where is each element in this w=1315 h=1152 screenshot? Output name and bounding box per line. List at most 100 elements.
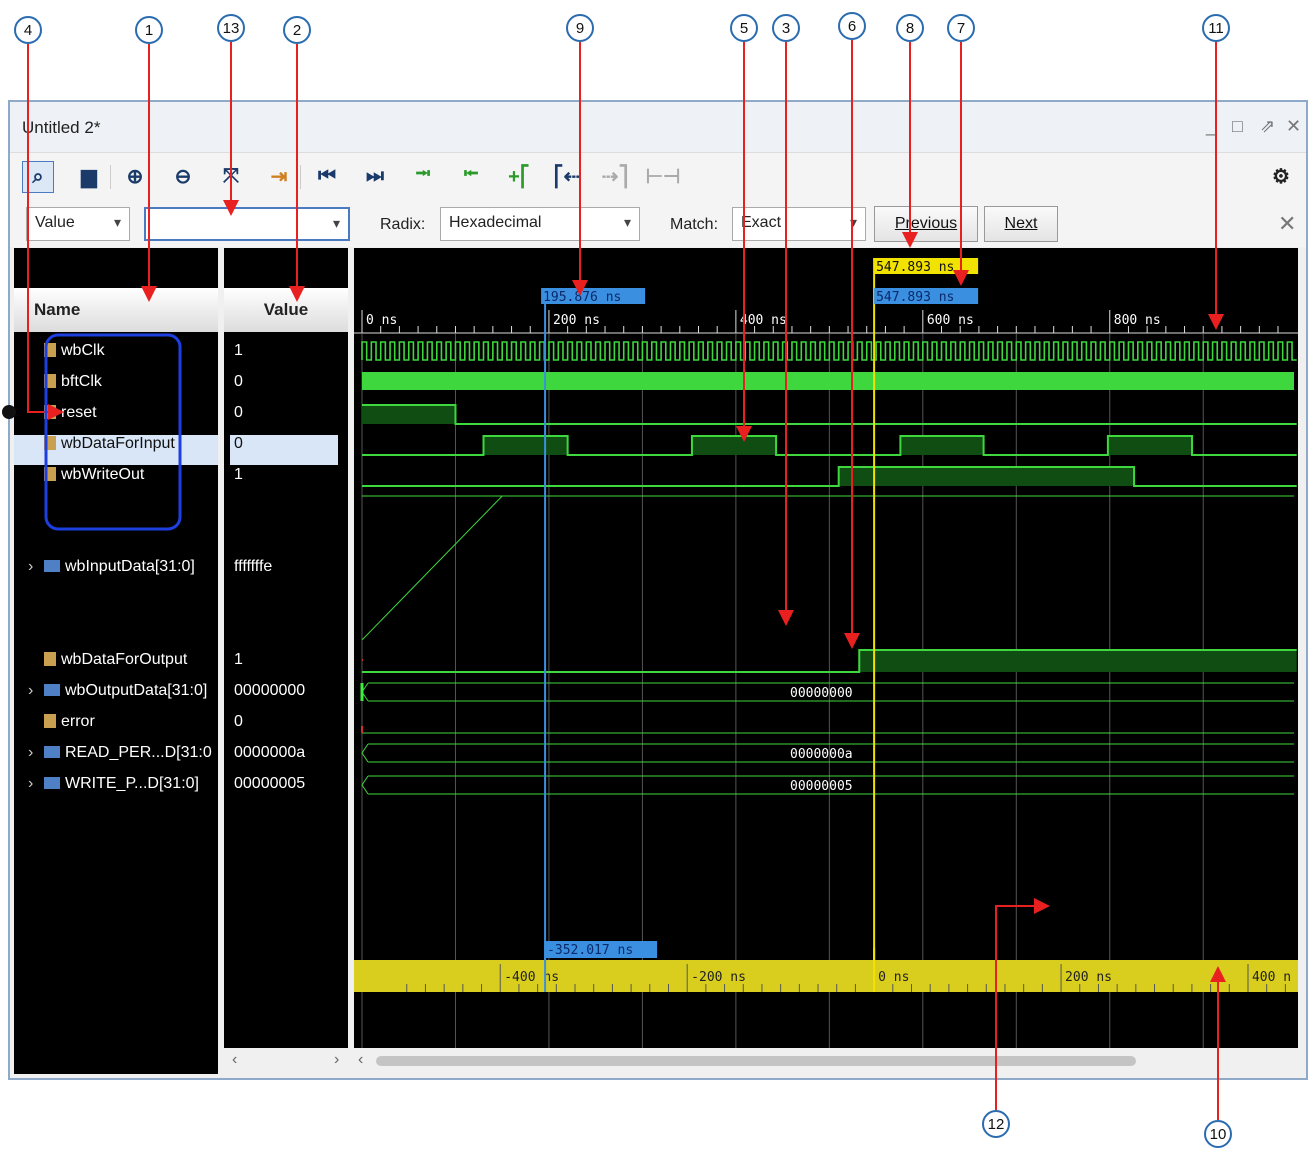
search-icon[interactable]: ⌕ — [22, 161, 54, 193]
expand-chevron-icon[interactable]: › — [28, 558, 44, 576]
match-select[interactable]: Exact ▾ — [732, 207, 866, 241]
signal-value: 0 — [234, 404, 243, 421]
minimize-icon[interactable]: _ — [1206, 116, 1216, 137]
callout-9: 9 — [566, 14, 594, 42]
value-column-header[interactable]: Value — [224, 288, 348, 332]
signal-value: 0 — [234, 713, 243, 730]
delta-tick-label: -400 ns — [504, 970, 559, 985]
zoom-out-icon[interactable]: ⊖ — [168, 161, 198, 191]
radix-value: Hexadecimal — [449, 214, 542, 231]
chevron-down-icon: ▾ — [623, 214, 631, 230]
signal-value: 0000000a — [234, 744, 306, 761]
next-transition-icon[interactable]: ⭰ — [456, 161, 486, 191]
signal-name: WRITE_P...D[31:0] — [65, 775, 199, 792]
scroll-left-icon[interactable]: ‹ — [358, 1051, 363, 1069]
signal-row[interactable]: › READ_PER...D[31:0 — [28, 744, 212, 774]
signal-value: 1 — [234, 466, 243, 483]
expand-chevron-icon[interactable]: › — [28, 775, 44, 793]
zoom-fit-icon[interactable]: ⤧ — [216, 161, 246, 191]
bit-signal-icon — [44, 405, 56, 419]
ruler-tick-label: 600 ns — [927, 313, 974, 328]
scroll-left-icon[interactable]: ‹ — [232, 1051, 237, 1069]
bit-signal-icon — [44, 714, 56, 728]
wbwriteout-wave-fill — [838, 467, 1135, 486]
expand-chevron-icon[interactable]: › — [28, 744, 44, 762]
float-icon[interactable]: ⇗ — [1260, 116, 1275, 137]
vertical-scrollbar[interactable] — [1298, 248, 1306, 1048]
callout-10: 10 — [1204, 1120, 1232, 1148]
radix-select[interactable]: Hexadecimal ▾ — [440, 207, 640, 241]
save-icon[interactable]: ▆ — [74, 161, 104, 191]
signal-name: wbDataForOutput — [61, 651, 188, 668]
callout-12: 12 — [982, 1110, 1010, 1138]
marker-time-label: 547.893 ns — [876, 290, 954, 305]
swap-cursors-icon[interactable]: ⊢⊣ — [646, 161, 681, 191]
previous-marker-icon[interactable]: ⎡⇠ — [552, 161, 582, 191]
bit-signal-icon — [44, 374, 56, 388]
waveform-canvas[interactable]: 0 ns 200 ns 400 ns 600 ns 800 ns 00000000 0000… — [354, 248, 1298, 1056]
delta-tick-label: 400 n — [1252, 970, 1291, 985]
waveform-area[interactable]: 0 ns 200 ns 400 ns 600 ns 800 ns 00000000 0000… — [354, 248, 1298, 1056]
signal-row[interactable]: › WRITE_P...D[31:0] — [28, 775, 199, 805]
signal-row[interactable]: wbDataForInput — [14, 435, 218, 465]
scroll-right-icon[interactable]: › — [334, 1051, 339, 1069]
go-to-cursor-icon[interactable]: ⇥ — [264, 161, 294, 191]
signal-row[interactable]: wbClk — [28, 342, 105, 372]
zoom-in-icon[interactable]: ⊕ — [120, 161, 150, 191]
signal-row[interactable]: › wbInputData[31:0] — [28, 558, 195, 588]
signal-row[interactable]: reset — [28, 404, 97, 434]
search-value-combo[interactable]: ▾ — [144, 207, 350, 241]
delta-ruler — [354, 960, 1298, 992]
delta-tick-label: 200 ns — [1065, 970, 1112, 985]
signal-row[interactable]: wbWriteOut — [28, 466, 144, 496]
previous-button[interactable]: Previous — [874, 206, 978, 242]
signal-row[interactable]: wbDataForOutput — [28, 651, 187, 681]
search-mode-select[interactable]: Value ▾ — [26, 207, 130, 241]
callout-11: 11 — [1202, 14, 1230, 42]
bit-signal-icon — [44, 467, 56, 481]
wbdataforoutput-wave-fill — [859, 650, 1297, 672]
close-icon[interactable]: ✕ — [1286, 116, 1301, 137]
signal-value: 0 — [234, 373, 243, 390]
previous-transition-icon[interactable]: ⭲ — [408, 161, 438, 191]
bus-signal-icon — [44, 560, 60, 572]
callout-3: 3 — [772, 14, 800, 42]
wbdataforinput-wave-fill — [691, 436, 777, 455]
bus-signal-icon — [44, 777, 60, 789]
signal-name: wbWriteOut — [61, 466, 145, 483]
close-find-icon[interactable]: ✕ — [1278, 211, 1296, 237]
horizontal-scrollbar[interactable]: ‹ — [354, 1048, 1306, 1074]
next-button[interactable]: Next — [984, 206, 1058, 242]
bftclk-wave — [362, 372, 1294, 390]
toolbar: ⌕ ▆ ⊕ ⊖ ⤧ ⇥ ⏮ ⏭ ⭲ ⭰ +⎡ ⎡⇠ ⇢⎤ ⊢⊣ ⚙ — [10, 152, 1306, 202]
marker-time-label-top: 547.893 ns — [876, 260, 954, 275]
go-to-time-0-icon[interactable]: ⏮ — [312, 161, 342, 191]
read-period-wave-label: 0000000a — [790, 747, 853, 762]
bit-signal-icon — [44, 652, 56, 666]
scroll-thumb[interactable] — [376, 1056, 1136, 1066]
callout-4: 4 — [14, 16, 42, 44]
wbdataforinput-wave-fill — [900, 436, 984, 455]
maximize-icon[interactable]: □ — [1232, 116, 1243, 137]
find-bar: Value ▾ ▾ Radix: Hexadecimal ▾ Match: Ex… — [10, 201, 1306, 247]
next-marker-icon[interactable]: ⇢⎤ — [600, 161, 630, 191]
match-label: Match: — [670, 216, 719, 233]
callout-5: 5 — [730, 14, 758, 42]
go-to-last-time-icon[interactable]: ⏭ — [360, 161, 390, 191]
signal-value: 1 — [234, 651, 243, 668]
callout-8: 8 — [896, 14, 924, 42]
wbclk-wave — [361, 341, 1297, 361]
reset-wave-fill — [362, 405, 456, 424]
delta-tick-label: -200 ns — [691, 970, 746, 985]
add-marker-icon[interactable]: +⎡ — [504, 161, 534, 191]
settings-icon[interactable]: ⚙ — [1266, 161, 1296, 191]
bus-signal-icon — [44, 684, 60, 696]
toolbar-separator — [110, 165, 111, 189]
signal-row[interactable]: error — [28, 713, 95, 743]
value-scrollbar[interactable]: ‹ › — [224, 1048, 348, 1074]
signal-row[interactable]: bftClk — [28, 373, 102, 403]
wbdataforinput-wave-fill — [483, 436, 568, 455]
name-column-header[interactable]: Name — [14, 288, 218, 332]
signal-row[interactable]: › wbOutputData[31:0] — [28, 682, 207, 712]
expand-chevron-icon[interactable]: › — [28, 682, 44, 700]
